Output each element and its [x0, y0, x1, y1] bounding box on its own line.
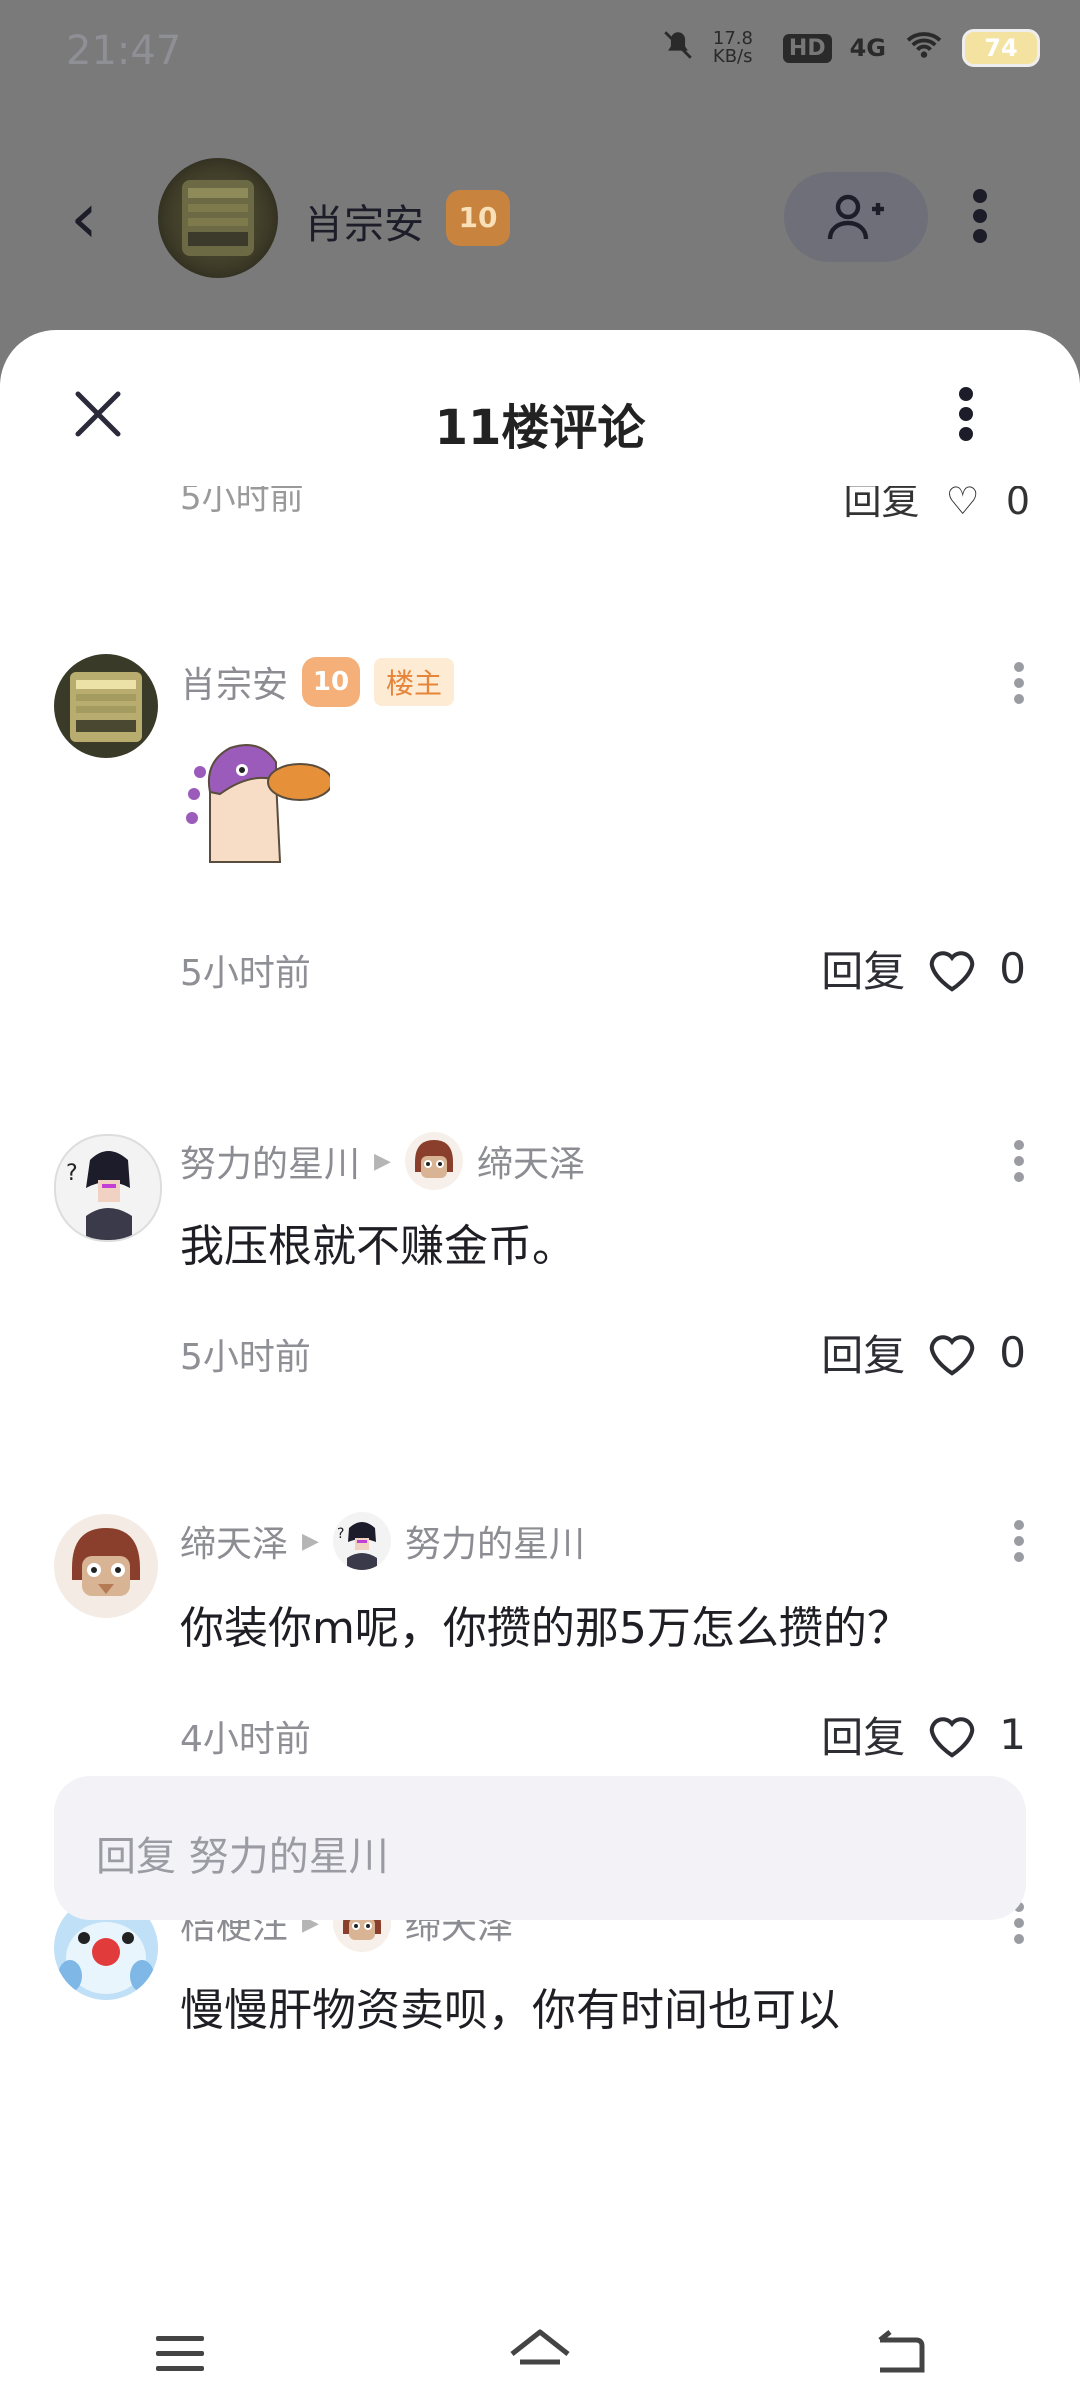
comment-meta: 缔天泽 ▶ ? 努力的星川 — [180, 1512, 585, 1570]
comment-actions: 回复 0 — [821, 1322, 1026, 1383]
network-text: 4G — [849, 34, 886, 62]
comment-more-icon[interactable] — [1014, 656, 1026, 710]
system-nav-bar — [0, 2300, 1080, 2408]
reply-input-placeholder: 回复 努力的星川 — [96, 1834, 389, 1880]
reply-input[interactable]: 回复 努力的星川 — [54, 1776, 1026, 1920]
comment-time: 5小时前 — [180, 953, 311, 994]
home-icon[interactable] — [505, 2319, 575, 2389]
partial-heart-icon[interactable]: ♡ — [946, 486, 980, 523]
reply-arrow-icon: ▶ — [302, 1528, 319, 1554]
reply-to-avatar[interactable] — [404, 1132, 463, 1190]
menu-icon[interactable] — [145, 2319, 215, 2389]
like-count: 1 — [999, 1710, 1026, 1759]
like-heart-icon[interactable] — [925, 942, 979, 996]
comment-time: 4小时前 — [180, 1719, 311, 1760]
owner-tag: 楼主 — [374, 658, 455, 706]
comment-avatar[interactable] — [54, 654, 158, 758]
speed-text: 17.8 KB/s — [712, 28, 753, 67]
comment-author[interactable]: 肖宗安 — [180, 656, 288, 708]
back-nav-icon[interactable] — [865, 2319, 935, 2389]
header-username: 肖宗安 — [304, 202, 424, 248]
reply-to-name[interactable]: 努力的星川 — [405, 1515, 585, 1567]
comment-meta: 肖宗安 10 楼主 — [180, 656, 455, 708]
comment-author[interactable]: 缔天泽 — [180, 1515, 288, 1567]
status-icons: 17.8 KB/s HD 4G 74 — [661, 28, 1040, 68]
mute-icon — [661, 28, 695, 68]
add-user-icon — [827, 194, 884, 240]
back-arrow-icon[interactable]: ‹ — [70, 183, 98, 253]
reply-arrow-icon: ▶ — [374, 1148, 391, 1174]
comment-text: 慢慢肝物资卖呗，你有时间也可以 — [180, 1985, 840, 2036]
wifi-icon — [904, 29, 944, 67]
comment-actions: 回复 0 — [821, 938, 1026, 999]
comments-sheet: 11楼评论 5小时前 回复 ♡ 0 肖宗安 10 楼主 5小时前 回复 0 ? … — [0, 330, 1080, 2408]
like-heart-icon[interactable] — [925, 1708, 979, 1762]
comment-actions: 回复 1 — [821, 1704, 1026, 1765]
partial-like-count: 0 — [1005, 486, 1030, 523]
status-bar: 21:47 17.8 KB/s HD 4G 74 — [0, 0, 1080, 100]
comment-avatar[interactable] — [54, 1514, 158, 1618]
sheet-title: 11楼评论 — [434, 400, 646, 456]
svg-text:?: ? — [66, 1161, 78, 1186]
comment-time: 5小时前 — [180, 1337, 311, 1378]
svg-text:?: ? — [337, 1526, 344, 1542]
partial-comment-footer: 5小时前 回复 ♡ 0 — [180, 486, 1030, 536]
level-badge: 10 — [302, 657, 361, 707]
comment-author[interactable]: 努力的星川 — [180, 1135, 360, 1187]
follow-button[interactable] — [784, 172, 928, 262]
comment-more-icon[interactable] — [1014, 1134, 1026, 1188]
battery-indicator: 74 — [962, 29, 1040, 67]
reply-to-name[interactable]: 缔天泽 — [477, 1135, 585, 1187]
comment-text: 我压根就不赚金币。 — [180, 1221, 576, 1272]
comment-more-icon[interactable] — [1014, 1514, 1026, 1568]
header-avatar[interactable] — [158, 158, 278, 278]
header-more-icon[interactable] — [970, 186, 990, 250]
reply-to-avatar[interactable]: ? — [332, 1512, 391, 1570]
reply-button[interactable]: 回复 — [821, 1704, 905, 1765]
partial-actions: 回复 ♡ 0 — [844, 486, 1030, 525]
like-count: 0 — [999, 1328, 1026, 1377]
reply-button[interactable]: 回复 — [821, 1322, 905, 1383]
comment-avatar[interactable]: ? — [54, 1134, 162, 1242]
reply-button[interactable]: 回复 — [821, 938, 905, 999]
sticker-image — [180, 732, 333, 870]
sheet-more-icon[interactable] — [956, 384, 976, 448]
partial-time: 5小时前 — [180, 486, 304, 518]
hd-badge: HD — [782, 33, 832, 63]
like-count: 0 — [999, 944, 1026, 993]
partial-reply-button[interactable]: 回复 — [844, 486, 920, 523]
status-time: 21:47 — [66, 28, 182, 74]
like-heart-icon[interactable] — [925, 1326, 979, 1380]
comment-text: 你装你m呢，你攒的那5万怎么攒的？ — [180, 1603, 911, 1654]
comment-meta: 努力的星川 ▶ 缔天泽 — [180, 1132, 585, 1190]
header-level-badge: 10 — [446, 190, 510, 246]
